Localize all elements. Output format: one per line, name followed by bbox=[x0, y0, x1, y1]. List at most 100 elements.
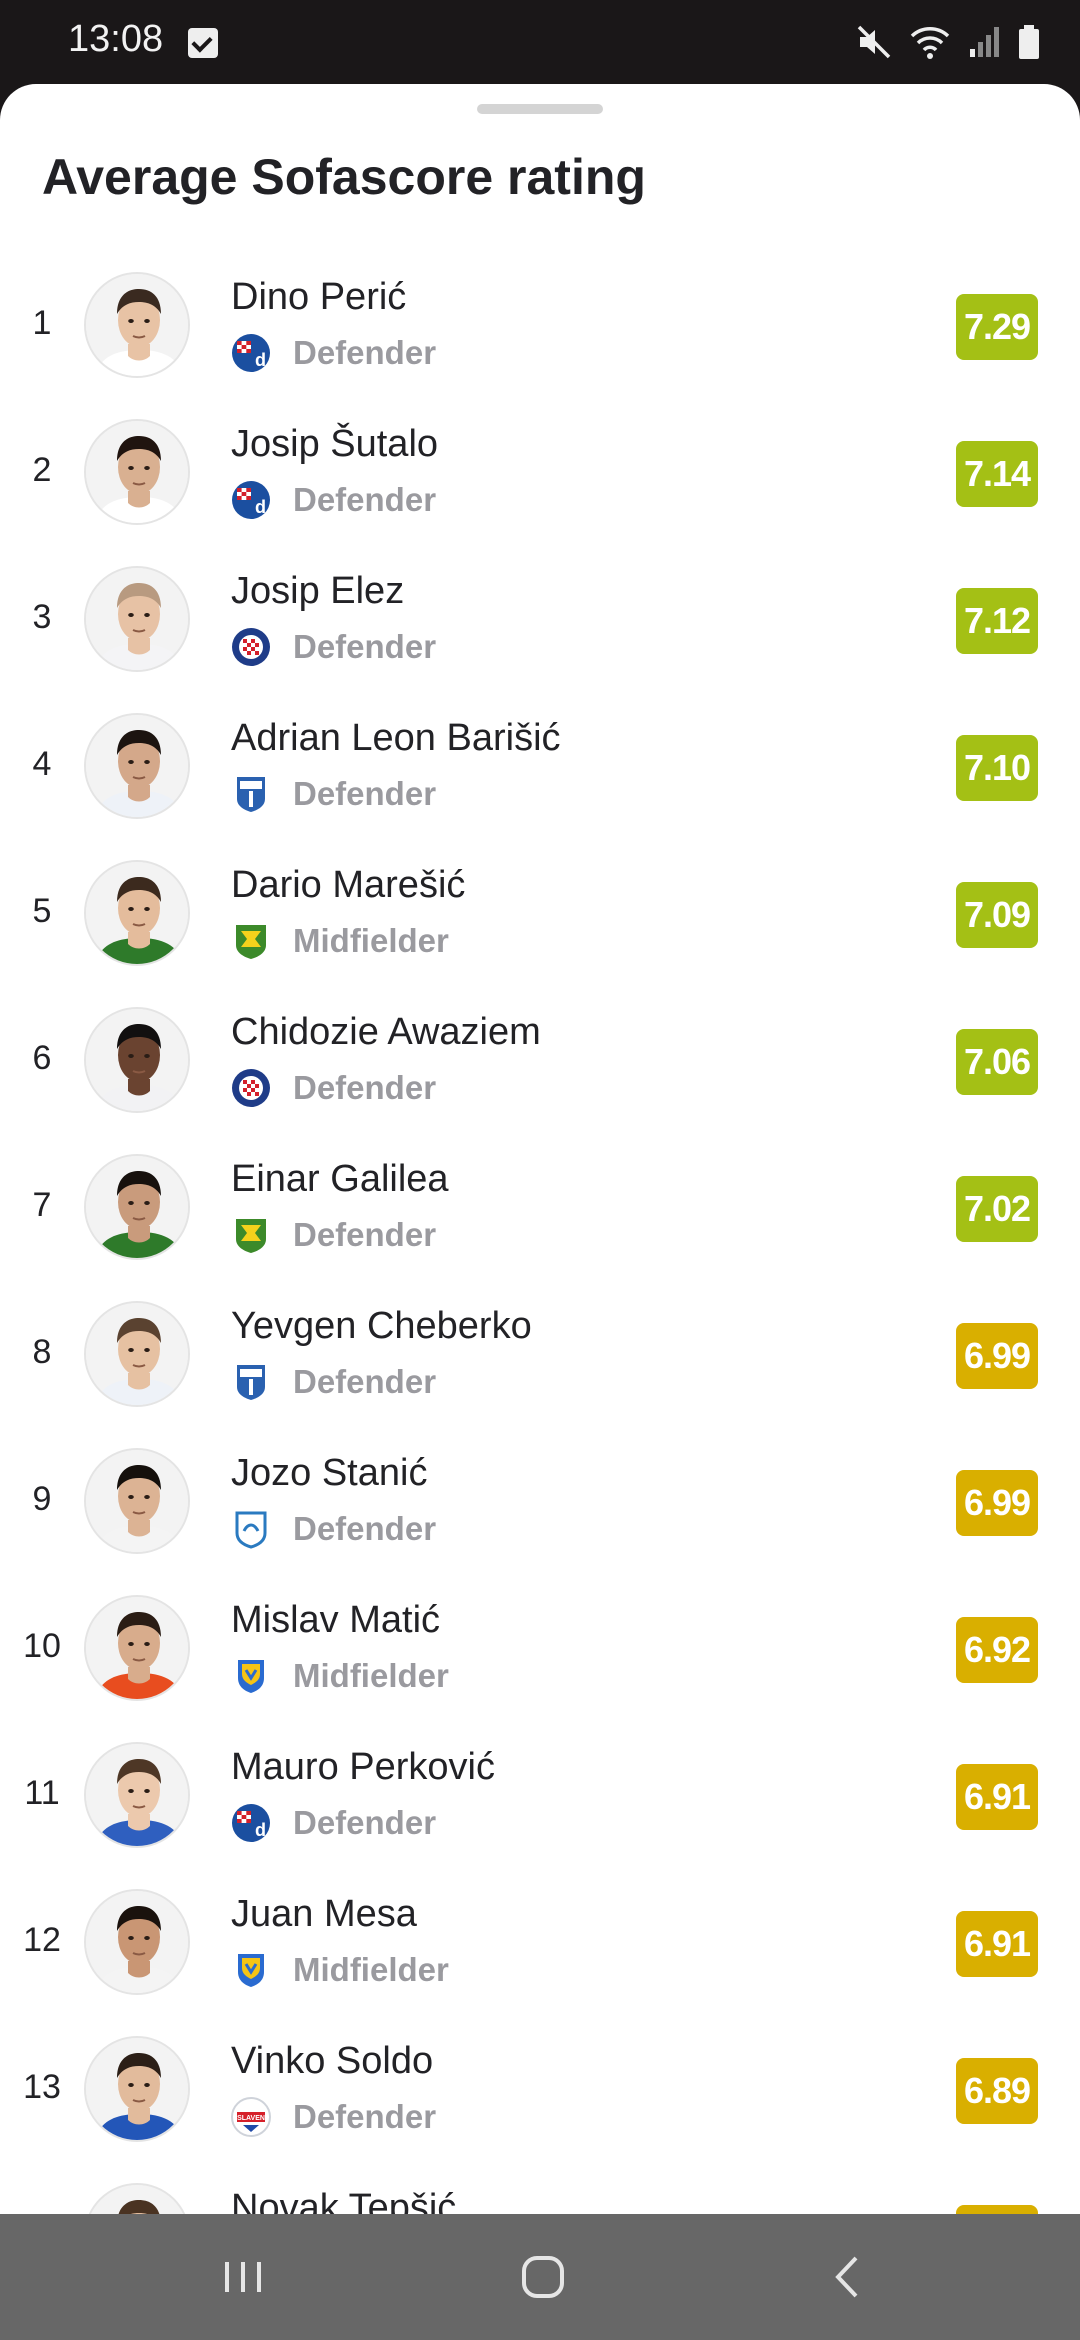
player-name: Mauro Perković bbox=[231, 1746, 495, 1788]
player-avatar bbox=[84, 419, 190, 525]
rating-badge: 7.10 bbox=[956, 735, 1038, 801]
player-name: Juan Mesa bbox=[231, 1893, 417, 1935]
mute-icon bbox=[857, 25, 891, 59]
player-meta: Midfielder bbox=[231, 1949, 449, 1991]
player-row[interactable]: 2 Josip Šutalo d Defender 7.14 bbox=[0, 403, 1080, 550]
player-avatar bbox=[84, 1595, 190, 1701]
player-position: Defender bbox=[293, 1069, 437, 1106]
player-row[interactable]: 14Novak TepšićRDefender6.88 bbox=[0, 2167, 1080, 2214]
club-crest-icon bbox=[232, 628, 270, 666]
rating-badge: 7.02 bbox=[956, 1176, 1038, 1242]
player-row[interactable]: 3 Josip Elez Defender 7.12 bbox=[0, 550, 1080, 697]
club-crest-icon bbox=[237, 1365, 265, 1400]
player-row[interactable]: 8 Yevgen Cheberko Defender 6.99 bbox=[0, 1285, 1080, 1432]
player-meta: Midfielder bbox=[231, 1655, 449, 1697]
player-row[interactable]: 9 Jozo Stanić Defender 6.99 bbox=[0, 1432, 1080, 1579]
rank-number: 7 bbox=[32, 1186, 52, 1224]
player-meta: SLAVEN Defender bbox=[231, 2096, 436, 2138]
player-meta: d Defender bbox=[231, 1802, 436, 1844]
player-name: Chidozie Awaziem bbox=[231, 1011, 541, 1053]
drag-handle[interactable] bbox=[477, 104, 603, 114]
player-name: Josip Šutalo bbox=[231, 423, 439, 465]
player-position: Defender bbox=[293, 2098, 437, 2135]
player-avatar bbox=[84, 713, 190, 819]
player-row[interactable]: 7 Einar Galilea Defender 7.02 bbox=[0, 1138, 1080, 1285]
player-ranking-list: 1 Dino Perić d Defender 7.29 2 Josip Šutalo d De… bbox=[0, 256, 1080, 2214]
player-name: Josip Elez bbox=[231, 570, 405, 612]
club-crest-icon: d bbox=[232, 481, 270, 519]
player-row[interactable]: 4 Adrian Leon Barišić Defender 7.10 bbox=[0, 697, 1080, 844]
svg-text:SLAVEN: SLAVEN bbox=[237, 2115, 265, 2122]
player-name: Novak Tepšić bbox=[231, 2187, 457, 2214]
notification-check-icon bbox=[188, 28, 218, 58]
rank-number: 13 bbox=[23, 2068, 61, 2106]
rank-number: 5 bbox=[32, 892, 52, 930]
player-avatar bbox=[84, 860, 190, 966]
club-crest-icon bbox=[237, 777, 265, 812]
player-position: Midfielder bbox=[293, 1951, 449, 1988]
player-name: Jozo Stanić bbox=[231, 1452, 428, 1494]
player-position: Defender bbox=[293, 334, 437, 371]
club-crest-icon bbox=[232, 1069, 270, 1107]
rank-number: 4 bbox=[32, 745, 52, 783]
back-icon[interactable] bbox=[818, 2252, 878, 2302]
player-row[interactable]: 6 Chidozie Awaziem Defender 7.06 bbox=[0, 991, 1080, 1138]
player-position: Defender bbox=[293, 481, 437, 518]
club-crest-icon: d bbox=[232, 334, 270, 372]
club-crest-icon bbox=[238, 1660, 264, 1693]
club-crest-icon bbox=[238, 1954, 264, 1987]
recent-apps-icon[interactable] bbox=[213, 2252, 273, 2302]
player-meta: Defender bbox=[231, 626, 436, 668]
rank-number: 12 bbox=[23, 1921, 61, 1959]
player-name: Dino Perić bbox=[231, 276, 407, 318]
rank-number: 1 bbox=[32, 304, 52, 342]
rank-number: 10 bbox=[23, 1627, 61, 1665]
player-name: Einar Galilea bbox=[231, 1158, 449, 1200]
club-crest-icon: d bbox=[232, 1804, 270, 1842]
home-icon[interactable] bbox=[514, 2252, 574, 2302]
status-bar: 13:08 bbox=[0, 0, 1080, 84]
player-avatar bbox=[84, 1889, 190, 1995]
player-row[interactable]: 1 Dino Perić d Defender 7.29 bbox=[0, 256, 1080, 403]
player-row[interactable]: 13 Vinko Soldo SLAVEN Defender 6.89 bbox=[0, 2020, 1080, 2167]
club-crest-icon bbox=[236, 1219, 266, 1253]
rating-badge: 6.88 bbox=[956, 2205, 1038, 2214]
wifi-icon bbox=[910, 27, 950, 59]
player-row[interactable]: 12 Juan Mesa Midfielder 6.91 bbox=[0, 1873, 1080, 2020]
player-meta: Defender bbox=[231, 1508, 436, 1550]
sheet-title: Average Sofascore rating bbox=[42, 149, 646, 205]
rank-number: 8 bbox=[32, 1333, 52, 1371]
player-position: Defender bbox=[293, 775, 437, 812]
svg-text:d: d bbox=[255, 350, 266, 370]
rating-badge: 7.12 bbox=[956, 588, 1038, 654]
svg-text:d: d bbox=[255, 1820, 266, 1840]
club-crest-icon bbox=[235, 1511, 267, 1549]
player-position: Defender bbox=[293, 1363, 437, 1400]
club-crest-icon: SLAVEN bbox=[231, 2097, 271, 2137]
rating-badge: 6.91 bbox=[956, 1911, 1038, 1977]
rank-number: 11 bbox=[24, 1774, 60, 1812]
player-name: Dario Marešić bbox=[231, 864, 466, 906]
player-position: Defender bbox=[293, 1216, 437, 1253]
player-avatar bbox=[84, 2036, 190, 2142]
player-avatar bbox=[84, 1742, 190, 1848]
player-name: Mislav Matić bbox=[231, 1599, 441, 1641]
player-name: Yevgen Cheberko bbox=[231, 1305, 532, 1347]
player-row[interactable]: 5 Dario Marešić Midfielder 7.09 bbox=[0, 844, 1080, 991]
signal-icon bbox=[970, 27, 999, 57]
player-meta: Midfielder bbox=[231, 920, 449, 962]
rank-number: 9 bbox=[32, 1480, 52, 1518]
player-avatar bbox=[84, 1301, 190, 1407]
player-row[interactable]: 11 Mauro Perković d Defender 6.91 bbox=[0, 1726, 1080, 1873]
player-meta: Defender bbox=[231, 1067, 436, 1109]
player-position: Defender bbox=[293, 628, 437, 665]
rating-badge: 7.09 bbox=[956, 882, 1038, 948]
player-position: Midfielder bbox=[293, 922, 449, 959]
player-position: Midfielder bbox=[293, 1657, 449, 1694]
rating-badge: 6.92 bbox=[956, 1617, 1038, 1683]
battery-icon bbox=[1019, 25, 1039, 59]
player-avatar bbox=[84, 1154, 190, 1260]
player-avatar bbox=[84, 272, 190, 378]
player-row[interactable]: 10 Mislav Matić Midfielder 6.92 bbox=[0, 1579, 1080, 1726]
player-name: Adrian Leon Barišić bbox=[231, 717, 561, 759]
